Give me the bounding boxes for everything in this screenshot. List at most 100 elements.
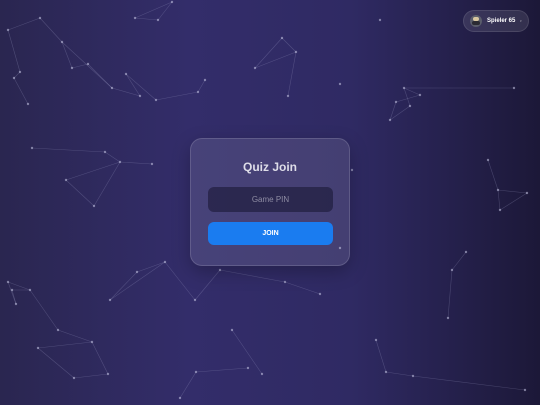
network-node (106, 372, 110, 376)
network-line (31, 147, 106, 153)
network-node (408, 104, 412, 108)
network-line (281, 37, 297, 53)
network-node (103, 150, 107, 154)
network-node (253, 66, 257, 70)
network-line (395, 94, 421, 103)
network-node (450, 268, 454, 272)
network-node (26, 102, 30, 106)
network-line (104, 151, 121, 163)
network-node (118, 160, 122, 164)
network-line (403, 87, 411, 107)
network-node (178, 396, 182, 400)
network-line (487, 159, 499, 191)
network-node (60, 40, 64, 44)
network-line (61, 41, 73, 69)
network-line (109, 261, 166, 301)
network-node (38, 16, 42, 20)
network-node (523, 388, 527, 392)
network-node (150, 162, 154, 166)
network-node (14, 302, 18, 306)
network-node (286, 94, 290, 98)
network-node (18, 70, 22, 74)
network-node (350, 168, 354, 172)
network-line (194, 269, 221, 301)
network-line (73, 373, 109, 379)
game-pin-input[interactable] (208, 187, 333, 212)
network-line (197, 79, 206, 93)
network-node (464, 250, 468, 254)
network-line (37, 347, 75, 379)
network-line (164, 261, 196, 301)
network-node (138, 94, 142, 98)
network-node (133, 16, 137, 20)
network-node (486, 158, 490, 162)
network-node (64, 178, 68, 182)
network-line (403, 87, 421, 96)
network-line (71, 63, 89, 69)
network-node (12, 76, 16, 80)
network-line (385, 371, 414, 377)
network-line (497, 189, 501, 211)
network-node (56, 328, 60, 332)
network-node (246, 366, 250, 370)
network-line (412, 375, 526, 391)
network-line (134, 17, 159, 21)
network-line (61, 41, 113, 89)
user-badge[interactable]: Spieler 65 (463, 10, 529, 32)
network-line (195, 367, 249, 373)
network-node (318, 292, 322, 296)
network-node (28, 288, 32, 292)
network-line (451, 251, 467, 271)
network-node (196, 90, 200, 94)
quiz-join-title: Quiz Join (243, 160, 297, 174)
network-node (6, 280, 10, 284)
network-line (134, 1, 173, 19)
network-line (447, 269, 453, 319)
network-line (65, 161, 121, 181)
network-node (203, 78, 207, 82)
avatar (470, 15, 482, 27)
network-node (498, 208, 502, 212)
network-node (36, 346, 40, 350)
join-button[interactable]: JOIN (208, 222, 333, 245)
network-node (110, 86, 114, 90)
network-line (93, 161, 121, 207)
network-node (402, 86, 406, 90)
network-node (72, 376, 76, 380)
network-node (90, 340, 94, 344)
network-node (193, 298, 197, 302)
network-node (92, 204, 96, 208)
network-line (155, 91, 199, 101)
network-line (65, 179, 95, 207)
network-line (37, 341, 93, 349)
network-line (287, 51, 297, 97)
network-line (136, 261, 166, 273)
network-line (91, 341, 109, 375)
network-node (374, 338, 378, 342)
network-node (418, 93, 422, 97)
network-node (194, 370, 198, 374)
edit-icon[interactable] (520, 17, 522, 25)
network-node (135, 270, 139, 274)
network-node (338, 82, 342, 86)
network-node (411, 374, 415, 378)
network-line (254, 51, 297, 69)
network-node (496, 188, 500, 192)
network-line (119, 161, 153, 165)
network-line (389, 105, 411, 121)
network-line (375, 339, 387, 373)
network-node (124, 72, 128, 76)
network-line (389, 101, 397, 121)
network-node (6, 28, 10, 32)
network-node (163, 260, 167, 264)
network-line (109, 271, 138, 301)
network-node (512, 86, 516, 90)
network-node (260, 372, 264, 376)
join-card: Quiz Join JOIN (190, 138, 350, 266)
network-line (499, 192, 528, 211)
network-node (230, 328, 234, 332)
network-line (57, 329, 93, 343)
username-label: Spieler 65 (487, 18, 516, 24)
network-node (108, 298, 112, 302)
network-node (70, 66, 74, 70)
